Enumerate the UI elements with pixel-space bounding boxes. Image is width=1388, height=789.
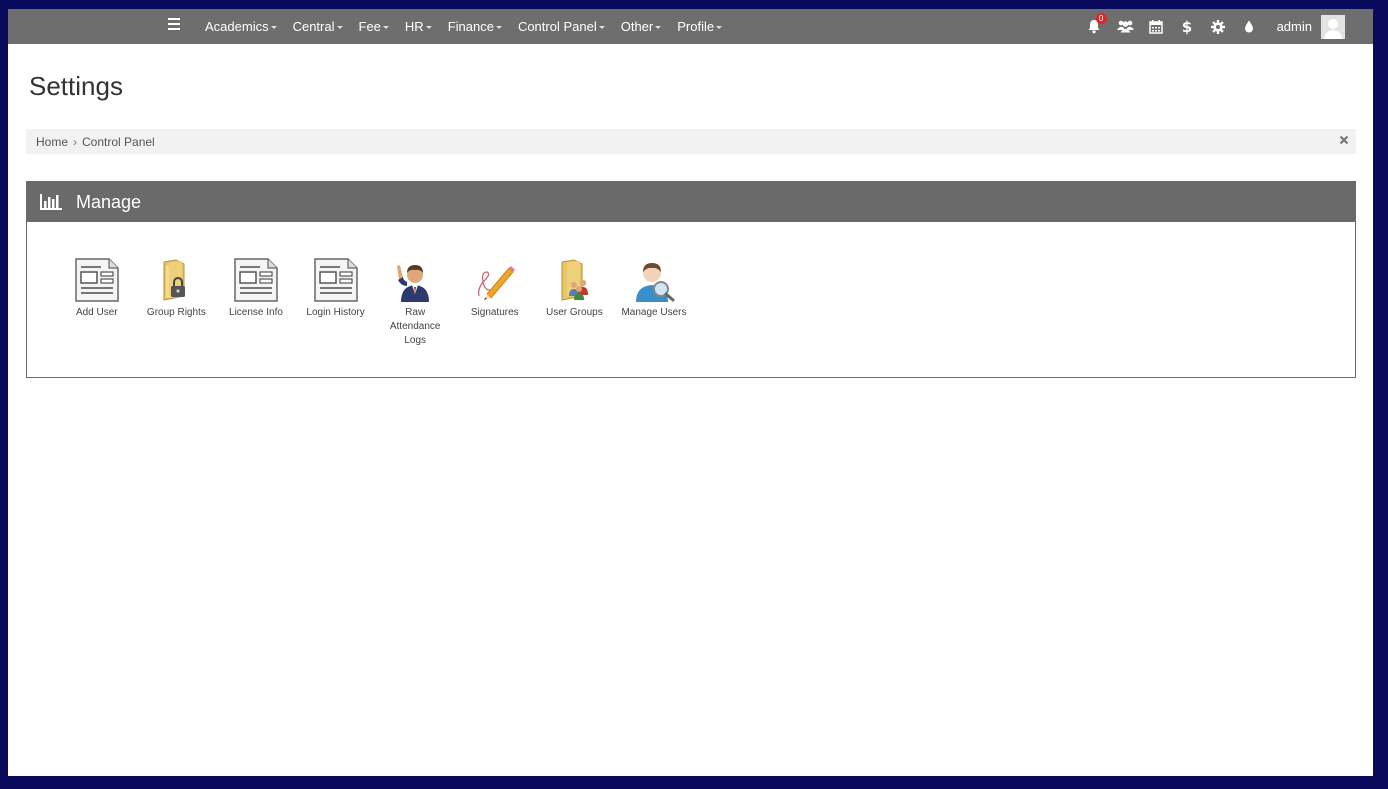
avatar[interactable] [1321, 14, 1345, 39]
app-window: Academics Central Fee HR Finance Control… [8, 9, 1373, 776]
pencil-signature-icon [477, 266, 515, 300]
calendar-icon [1149, 19, 1163, 34]
tile-group-rights[interactable]: Group Rights [137, 257, 217, 348]
calendar-button[interactable] [1141, 9, 1172, 44]
menu-control-panel[interactable]: Control Panel [510, 9, 613, 44]
user-search-icon [635, 263, 675, 302]
theme-button[interactable] [1234, 9, 1265, 44]
tile-grid: Add User Group Rights License Info Login… [57, 257, 694, 348]
menu-other[interactable]: Other [613, 9, 670, 44]
menu-label: Central [292, 19, 335, 34]
menu-label: Profile [677, 19, 715, 34]
breadcrumb: Home › Control Panel [26, 129, 1356, 154]
tile-signatures[interactable]: Signatures [455, 257, 535, 348]
close-icon[interactable] [1339, 135, 1349, 145]
tile-login-history[interactable]: Login History [296, 257, 376, 348]
menu-label: Other [620, 19, 654, 34]
navbar-right: 0 $ admin [1079, 9, 1373, 44]
menu-fee[interactable]: Fee [351, 9, 397, 44]
menu-label: Control Panel [517, 19, 597, 34]
menu-finance[interactable]: Finance [440, 9, 510, 44]
tile-label: Group Rights [146, 307, 206, 318]
document-form-icon [313, 258, 358, 302]
svg-text:$: $ [1182, 19, 1192, 35]
menu-label: HR [404, 19, 424, 34]
users-icon [1117, 20, 1134, 33]
page-title: Settings [29, 71, 123, 101]
tile-label: Raw Attendance Logs [389, 307, 441, 346]
tile-label: License Info [229, 307, 283, 318]
document-form-icon [234, 258, 278, 302]
settings-button[interactable] [1203, 9, 1234, 44]
tile-add-user[interactable]: Add User [57, 257, 137, 348]
caret-down-icon [382, 26, 389, 29]
tile-raw-attendance-logs[interactable]: Raw Attendance Logs [375, 257, 455, 348]
tile-label: Add User [75, 307, 118, 318]
tile-label: User Groups [546, 307, 603, 318]
notifications-button[interactable]: 0 [1079, 9, 1110, 44]
username[interactable]: admin [1277, 19, 1312, 34]
hamburger-menu-icon[interactable] [168, 18, 180, 30]
caret-down-icon [495, 26, 502, 29]
menu-hr[interactable]: HR [397, 9, 440, 44]
caret-down-icon [336, 26, 343, 29]
finance-button[interactable]: $ [1172, 9, 1203, 44]
dollar-icon: $ [1182, 19, 1192, 35]
breadcrumb-separator-icon: › [73, 134, 78, 149]
panel-header: Manage [27, 182, 1355, 222]
breadcrumb-home[interactable]: Home [36, 135, 68, 149]
menu-central[interactable]: Central [285, 9, 351, 44]
breadcrumb-control-panel[interactable]: Control Panel [82, 135, 155, 149]
users-button[interactable] [1110, 9, 1141, 44]
menu-label: Academics [205, 19, 269, 34]
tile-label: Signatures [470, 307, 519, 318]
locked-folder-icon [163, 259, 186, 301]
bar-chart-icon [40, 194, 62, 210]
document-form-icon [75, 258, 119, 302]
caret-down-icon [270, 26, 277, 29]
group-folder-icon [561, 259, 589, 301]
tile-manage-users[interactable]: Manage Users [614, 257, 694, 348]
avatar-head [1328, 18, 1338, 29]
notification-badge: 0 [1095, 13, 1107, 24]
avatar-body [1324, 29, 1342, 39]
menu-profile[interactable]: Profile [669, 9, 730, 44]
caret-down-icon [716, 26, 723, 29]
raised-hand-person-icon [397, 265, 430, 302]
caret-down-icon [655, 26, 662, 29]
tile-label: Login History [306, 307, 365, 318]
caret-down-icon [425, 26, 432, 29]
panel-title: Manage [76, 191, 142, 212]
gear-icon [1211, 19, 1226, 34]
caret-down-icon [598, 26, 605, 29]
tile-license-info[interactable]: License Info [216, 257, 296, 348]
menu-label: Fee [358, 19, 381, 34]
menu-academics[interactable]: Academics [197, 9, 285, 44]
manage-panel: Manage Add User Group Rights License Inf… [26, 181, 1356, 378]
water-drop-icon [1245, 20, 1254, 33]
tile-user-groups[interactable]: User Groups [535, 257, 615, 348]
main-menu: Academics Central Fee HR Finance Control… [197, 9, 730, 44]
top-navbar: Academics Central Fee HR Finance Control… [8, 9, 1373, 44]
tile-label: Manage Users [621, 307, 687, 318]
menu-label: Finance [447, 19, 494, 34]
